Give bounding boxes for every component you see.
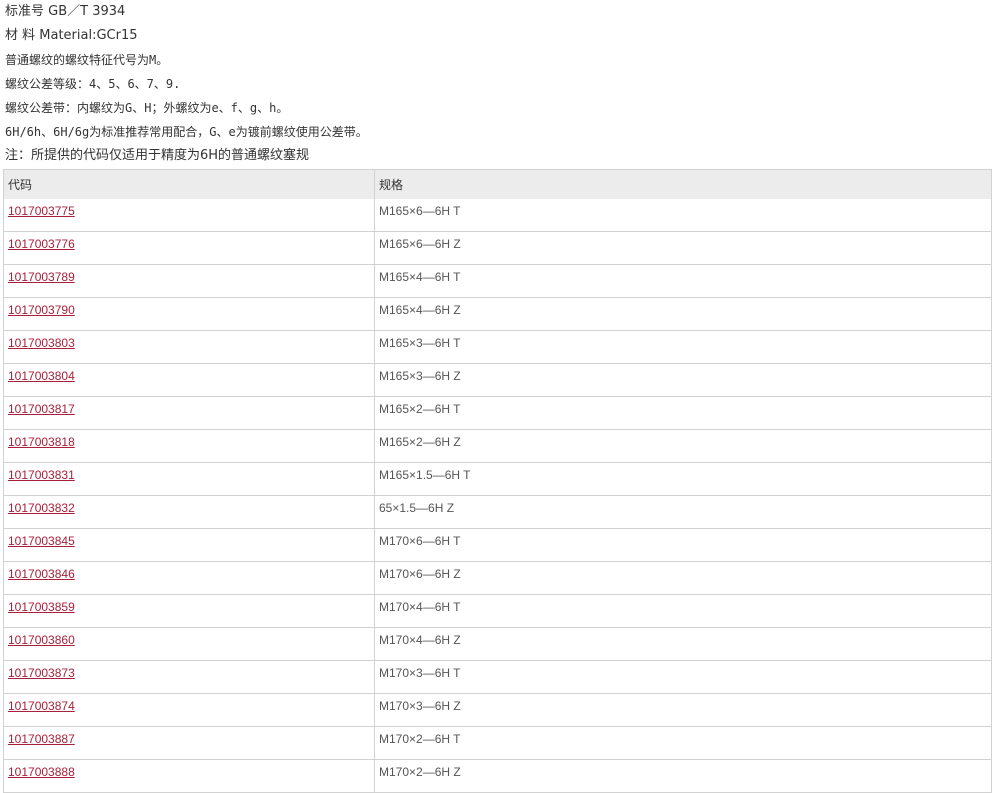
table-row: 1017003874 M170×3—6H Z: [3, 693, 992, 727]
spec-cell: M170×3—6H Z: [374, 693, 992, 727]
code-cell: 1017003775: [3, 199, 375, 232]
spec-cell: M170×4—6H T: [374, 594, 992, 628]
tolerance-grade-line: 螺纹公差等级：4、5、6、7、9.: [5, 77, 181, 91]
material: 材 料 Material:GCr15: [5, 28, 138, 43]
code-cell: 1017003859: [3, 594, 375, 628]
code-cell: 1017003845: [3, 528, 375, 562]
table-row: 1017003789 M165×4—6H T: [3, 264, 992, 298]
code-link[interactable]: 1017003860: [8, 633, 75, 647]
code-link[interactable]: 1017003804: [8, 369, 75, 383]
code-link[interactable]: 1017003874: [8, 699, 75, 713]
code-cell: 1017003832: [3, 495, 375, 529]
table-row: 1017003873 M170×3—6H T: [3, 660, 992, 694]
table-row: 1017003846 M170×6—6H Z: [3, 561, 992, 595]
code-cell: 1017003860: [3, 627, 375, 661]
spec-cell: M170×2—6H Z: [374, 759, 992, 793]
spec-cell: M165×4—6H Z: [374, 297, 992, 331]
code-link[interactable]: 1017003846: [8, 567, 75, 581]
table-header-row: 代码 规格: [3, 169, 992, 199]
code-cell: 1017003888: [3, 759, 375, 793]
code-cell: 1017003803: [3, 330, 375, 364]
tolerance-zone-line: 螺纹公差带：内螺纹为G、H；外螺纹为e、f、g、h。: [5, 101, 289, 115]
code-cell: 1017003776: [3, 231, 375, 265]
code-link[interactable]: 1017003873: [8, 666, 75, 680]
code-link[interactable]: 1017003817: [8, 402, 75, 416]
spec-cell: M170×4—6H Z: [374, 627, 992, 661]
table-row: 1017003817 M165×2—6H T: [3, 396, 992, 430]
code-link[interactable]: 1017003790: [8, 303, 75, 317]
spec-cell: M165×2—6H Z: [374, 429, 992, 463]
spec-cell: M165×2—6H T: [374, 396, 992, 430]
spec-cell: M165×6—6H Z: [374, 231, 992, 265]
table-row: 1017003860 M170×4—6H Z: [3, 627, 992, 661]
header-code: 代码: [3, 169, 375, 199]
table-row: 1017003818 M165×2—6H Z: [3, 429, 992, 463]
spec-info: 标准号 GB／T 3934 材 料 Material:GCr15 普通螺纹的螺纹…: [0, 0, 993, 170]
code-cell: 1017003873: [3, 660, 375, 694]
spec-cell: M165×4—6H T: [374, 264, 992, 298]
code-link[interactable]: 1017003803: [8, 336, 75, 350]
spec-cell: M165×3—6H Z: [374, 363, 992, 397]
spec-cell: M165×6—6H T: [374, 199, 992, 232]
code-cell: 1017003790: [3, 297, 375, 331]
fit-line: 6H/6h、6H/6g为标准推荐常用配合，G、e为镀前螺纹使用公差带。: [5, 125, 368, 139]
code-link[interactable]: 1017003776: [8, 237, 75, 251]
spec-cell: M165×1.5—6H T: [374, 462, 992, 496]
table-row: 1017003831 M165×1.5—6H T: [3, 462, 992, 496]
spec-cell: M170×2—6H T: [374, 726, 992, 760]
table-row: 1017003790 M165×4—6H Z: [3, 297, 992, 331]
table-row: 1017003775 M165×6—6H T: [3, 199, 992, 232]
table-row: 1017003832 65×1.5—6H Z: [3, 495, 992, 529]
spec-cell: M170×6—6H Z: [374, 561, 992, 595]
code-link[interactable]: 1017003831: [8, 468, 75, 482]
code-cell: 1017003817: [3, 396, 375, 430]
table-row: 1017003803 M165×3—6H T: [3, 330, 992, 364]
code-cell: 1017003818: [3, 429, 375, 463]
code-link[interactable]: 1017003832: [8, 501, 75, 515]
spec-cell: M170×6—6H T: [374, 528, 992, 562]
code-cell: 1017003831: [3, 462, 375, 496]
standard-number: 标准号 GB／T 3934: [5, 4, 126, 19]
code-link[interactable]: 1017003888: [8, 765, 75, 779]
code-cell: 1017003804: [3, 363, 375, 397]
code-link[interactable]: 1017003887: [8, 732, 75, 746]
code-cell: 1017003789: [3, 264, 375, 298]
spec-table: 代码 规格 1017003775 M165×6—6H T 1017003776 M16…: [3, 169, 992, 793]
table-row: 1017003776 M165×6—6H Z: [3, 231, 992, 265]
code-cell: 1017003874: [3, 693, 375, 727]
spec-cell: M170×3—6H T: [374, 660, 992, 694]
table-row: 1017003887 M170×2—6H T: [3, 726, 992, 760]
code-link[interactable]: 1017003859: [8, 600, 75, 614]
spec-cell: M165×3—6H T: [374, 330, 992, 364]
code-link[interactable]: 1017003818: [8, 435, 75, 449]
table-row: 1017003859 M170×4—6H T: [3, 594, 992, 628]
code-cell: 1017003846: [3, 561, 375, 595]
code-link[interactable]: 1017003789: [8, 270, 75, 284]
note-line: 注：所提供的代码仅适用于精度为6H的普通螺纹塞规: [5, 148, 310, 163]
thread-code-line: 普通螺纹的螺纹特征代号为M。: [5, 53, 169, 67]
spec-cell: 65×1.5—6H Z: [374, 495, 992, 529]
table-row: 1017003804 M165×3—6H Z: [3, 363, 992, 397]
code-link[interactable]: 1017003845: [8, 534, 75, 548]
code-cell: 1017003887: [3, 726, 375, 760]
table-row: 1017003888 M170×2—6H Z: [3, 759, 992, 793]
table-row: 1017003845 M170×6—6H T: [3, 528, 992, 562]
header-spec: 规格: [374, 169, 992, 199]
code-link[interactable]: 1017003775: [8, 204, 75, 218]
